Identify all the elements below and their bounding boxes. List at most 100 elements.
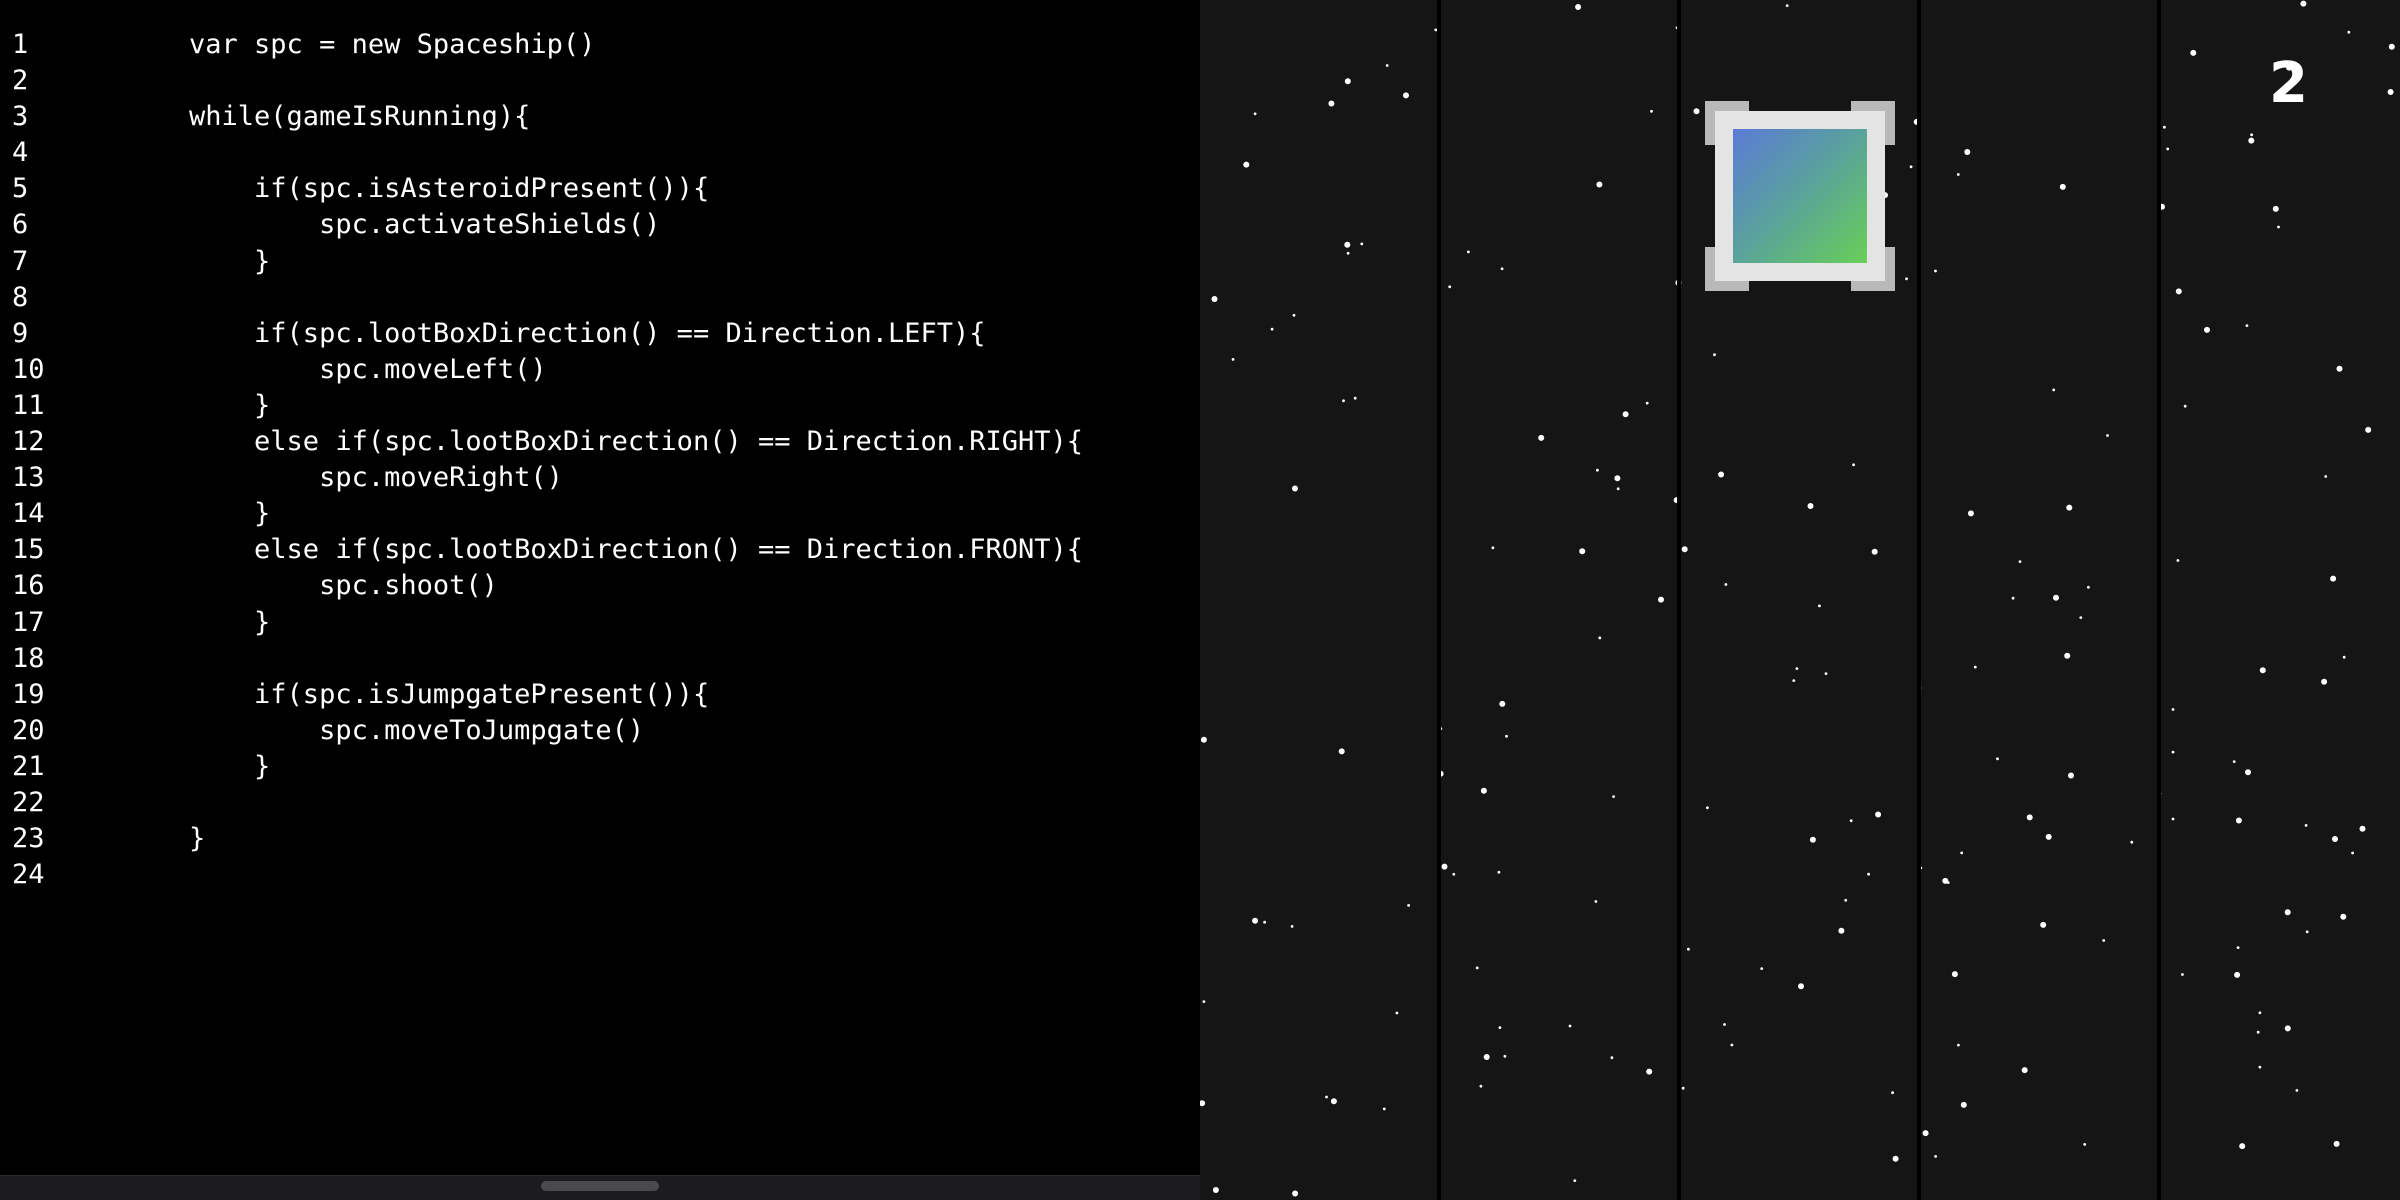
star — [1960, 851, 1964, 855]
code-line[interactable]: 15 else if(spc.lootBoxDirection() == Dir… — [0, 532, 1083, 568]
star — [1798, 983, 1804, 990]
star — [1818, 604, 1821, 608]
code-line[interactable]: 12 else if(spc.lootBoxDirection() == Dir… — [0, 424, 1083, 460]
star — [2258, 1011, 2262, 1015]
line-number: 10 — [12, 353, 45, 385]
star — [1905, 277, 1908, 281]
star — [2166, 147, 2170, 151]
star — [1292, 1190, 1299, 1197]
code-editor[interactable]: 1 var spc = new Spaceship() 2 3 while(ga… — [0, 0, 1200, 1200]
star — [2234, 971, 2241, 978]
line-number: 18 — [12, 642, 45, 674]
star — [1875, 811, 1882, 818]
star — [1706, 806, 1709, 810]
star — [1200, 1100, 1206, 1107]
code-line[interactable]: 19 if(spc.isJumpgatePresent()){ — [0, 677, 1083, 713]
code-line[interactable]: 6 spc.activateShields() — [0, 207, 1083, 243]
star — [1650, 109, 1653, 113]
star — [1909, 165, 1913, 169]
star — [1346, 251, 1350, 255]
star — [2190, 49, 2197, 56]
star — [1292, 485, 1298, 492]
star — [1614, 475, 1621, 482]
line-number: 3 — [12, 101, 29, 133]
star — [1946, 881, 1950, 884]
code-line[interactable]: 7 } — [0, 244, 1083, 280]
code-line[interactable]: 11 } — [0, 388, 1083, 424]
star — [1385, 64, 1389, 67]
code-line[interactable]: 4 — [0, 135, 1083, 171]
star — [1724, 583, 1728, 586]
star — [2236, 946, 2240, 949]
game-view[interactable]: 2 — [1200, 0, 2400, 1200]
star — [2053, 594, 2059, 601]
line-number: 19 — [12, 678, 45, 710]
star — [2272, 205, 2279, 212]
star — [2130, 840, 2134, 844]
code-line[interactable]: 20 spc.moveToJumpgate() — [0, 713, 1083, 749]
star — [2011, 596, 2015, 600]
code-line[interactable]: 14 } — [0, 496, 1083, 532]
star — [1325, 1095, 1328, 1099]
star — [1957, 1043, 1960, 1047]
code-line[interactable]: 22 — [0, 785, 1083, 821]
code-line[interactable]: 24 — [0, 857, 1083, 893]
star — [1290, 925, 1294, 928]
code-line[interactable]: 13 spc.moveRight() — [0, 460, 1083, 496]
star — [1713, 353, 1716, 357]
code-line[interactable]: 23 } — [0, 821, 1083, 857]
star — [2181, 973, 2184, 976]
star — [2387, 89, 2394, 95]
star — [2340, 913, 2347, 920]
pane-resize-handle[interactable] — [541, 1181, 659, 1191]
star — [1253, 112, 1257, 116]
star — [2304, 824, 2308, 827]
star — [2248, 137, 2255, 144]
code-line[interactable]: 10 spc.moveLeft() — [0, 352, 1083, 388]
star — [1403, 92, 1409, 99]
line-text: } — [124, 606, 271, 638]
star — [1645, 401, 1649, 405]
star — [1270, 327, 1274, 331]
line-text: spc.shoot() — [124, 570, 498, 602]
score-counter: 2 — [2269, 51, 2308, 116]
code-line[interactable]: 16 spc.shoot() — [0, 568, 1083, 604]
star — [1360, 242, 1364, 246]
line-number: 4 — [12, 137, 29, 169]
line-text: } — [124, 823, 206, 855]
code-line[interactable]: 2 — [0, 63, 1083, 99]
star — [2245, 324, 2249, 327]
star — [1646, 1068, 1653, 1075]
star — [1231, 358, 1235, 361]
star — [1263, 920, 1266, 924]
star — [1867, 872, 1870, 876]
star — [1956, 173, 1960, 176]
star — [1575, 4, 1582, 10]
code-line[interactable]: 8 — [0, 280, 1083, 316]
code-line[interactable]: 5 if(spc.isAsteroidPresent()){ — [0, 171, 1083, 207]
lane-divider — [1917, 0, 1921, 1200]
star — [1824, 672, 1828, 675]
star — [1503, 1054, 1507, 1058]
star — [1252, 917, 1259, 924]
lane-divider — [2157, 0, 2161, 1200]
star — [1344, 78, 1351, 85]
code-line[interactable]: 21 } — [0, 749, 1083, 785]
star — [1538, 434, 1545, 441]
code-line[interactable]: 1 var spc = new Spaceship() — [0, 27, 1083, 63]
star — [2171, 817, 2175, 821]
star — [1760, 967, 1764, 970]
star — [2052, 388, 2056, 392]
code-line[interactable]: 3 while(gameIsRunning){ — [0, 99, 1083, 135]
star — [1211, 296, 1218, 302]
editor-footer-bar — [0, 1175, 1200, 1200]
code-line[interactable]: 17 } — [0, 605, 1083, 641]
loot-box-icon — [1705, 101, 1895, 291]
code-line[interactable]: 18 — [0, 641, 1083, 677]
star — [1342, 399, 1345, 403]
code-line[interactable]: 9 if(spc.lootBoxDirection() == Direction… — [0, 316, 1083, 352]
line-number: 2 — [12, 65, 29, 97]
star — [1612, 795, 1615, 798]
line-number: 12 — [12, 426, 45, 458]
line-number: 17 — [12, 606, 45, 638]
